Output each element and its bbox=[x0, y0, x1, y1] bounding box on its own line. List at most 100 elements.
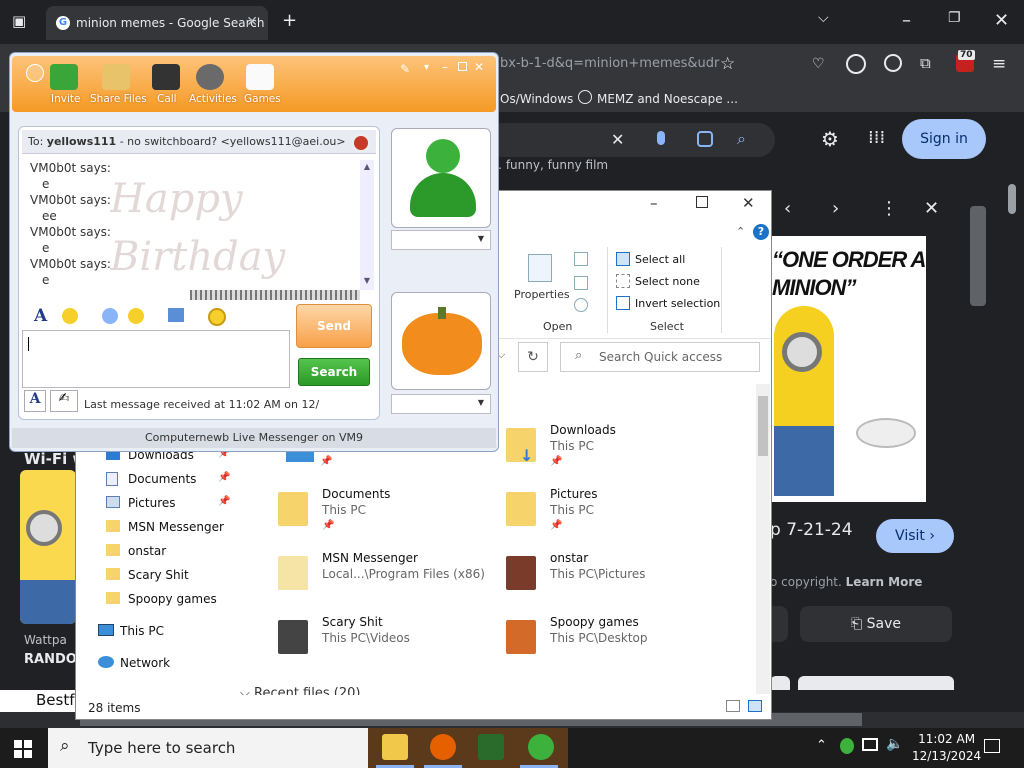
activities-button[interactable]: Activities bbox=[189, 93, 237, 105]
games-button[interactable]: Games bbox=[244, 93, 281, 105]
call-icon[interactable] bbox=[152, 64, 180, 90]
nav-item-spoopy-games[interactable]: Spoopy games bbox=[128, 592, 217, 606]
invite-button[interactable]: Invite bbox=[51, 93, 80, 105]
paint-theme-icon[interactable]: ✎ bbox=[400, 62, 410, 76]
invert-selection-button[interactable]: Invert selection bbox=[635, 297, 720, 310]
history-scrollbar[interactable] bbox=[360, 160, 374, 290]
extensions-puzzle-icon[interactable]: ⧉ bbox=[920, 54, 931, 72]
block-contact-icon[interactable] bbox=[352, 134, 370, 152]
recipient-name[interactable]: yellows111 bbox=[47, 135, 116, 148]
message-input[interactable] bbox=[22, 330, 290, 388]
clear-search-icon[interactable]: ✕ bbox=[611, 130, 624, 149]
result-title[interactable]: Bestf bbox=[36, 691, 75, 709]
menu-icon[interactable]: ≡ bbox=[992, 54, 1006, 74]
my-picture-dropdown[interactable]: ▼ bbox=[391, 394, 491, 414]
messenger-menu-icon[interactable] bbox=[26, 64, 44, 82]
share-files-icon[interactable] bbox=[102, 64, 130, 90]
select-none-icon[interactable] bbox=[616, 274, 630, 288]
explorer-minimize-button[interactable]: – bbox=[650, 194, 658, 212]
nav-item-documents[interactable]: Documents bbox=[128, 472, 196, 486]
contact-picture-dropdown[interactable]: ▼ bbox=[391, 230, 491, 250]
activities-icon[interactable] bbox=[196, 64, 224, 90]
network-tray-icon[interactable] bbox=[862, 738, 878, 751]
select-all-button[interactable]: Select all bbox=[635, 253, 685, 266]
account-icon[interactable] bbox=[884, 54, 902, 72]
firefox-taskbar-icon[interactable] bbox=[430, 734, 456, 760]
refresh-button[interactable]: ↻ bbox=[518, 342, 548, 372]
history-icon[interactable] bbox=[574, 298, 588, 312]
explorer-close-button[interactable]: ✕ bbox=[742, 194, 755, 212]
left-result-thumbnail[interactable] bbox=[20, 470, 76, 624]
taskbar-search-box[interactable]: ⌕ Type here to search bbox=[48, 728, 368, 768]
nav-item-msn-messenger[interactable]: MSN Messenger bbox=[128, 520, 224, 534]
my-display-picture[interactable] bbox=[391, 292, 491, 390]
large-icons-view-icon[interactable] bbox=[748, 700, 762, 712]
address-bar-url[interactable]: bx-b-1-d&q=minion+memes&udr bbox=[500, 56, 719, 71]
ribbon-collapse-icon[interactable]: ⌃ bbox=[736, 225, 745, 238]
properties-button[interactable]: Properties bbox=[514, 288, 570, 301]
invite-icon[interactable] bbox=[50, 64, 78, 90]
nav-item-onstar[interactable]: onstar bbox=[128, 544, 166, 558]
result-title[interactable]: RANDO bbox=[24, 652, 77, 667]
send-button[interactable]: Send bbox=[296, 304, 372, 348]
dropdown-icon[interactable]: ▾ bbox=[424, 62, 429, 73]
explorer-scroll-thumb[interactable] bbox=[758, 396, 768, 456]
browser-tab[interactable]: G minion memes - Google Search ✕ bbox=[46, 6, 268, 40]
messenger-minimize-button[interactable]: – bbox=[442, 60, 448, 74]
nav-item-pictures[interactable]: Pictures bbox=[128, 496, 176, 510]
messenger-maximize-button[interactable] bbox=[458, 62, 467, 71]
restore-button[interactable]: ❐ bbox=[948, 10, 961, 26]
messenger-close-button[interactable]: ✕ bbox=[474, 60, 484, 74]
close-preview-icon[interactable]: ✕ bbox=[924, 198, 939, 219]
previous-image-icon[interactable]: ‹ bbox=[784, 198, 791, 219]
bookmark-star-icon[interactable]: ☆ bbox=[720, 54, 735, 74]
scroll-down-icon[interactable]: ▼ bbox=[360, 276, 374, 288]
result-source[interactable]: Wattpa bbox=[24, 633, 67, 647]
emoticon-icon[interactable] bbox=[62, 308, 78, 324]
bookmark-item[interactable]: Os/Windows bbox=[500, 92, 573, 106]
learn-more-link[interactable]: Learn More bbox=[846, 575, 923, 589]
background-icon[interactable] bbox=[168, 308, 184, 322]
start-button[interactable] bbox=[14, 740, 32, 758]
open-icon[interactable] bbox=[574, 252, 588, 266]
show-hidden-icons-chevron-icon[interactable]: ⌃ bbox=[816, 738, 827, 753]
tab-close-icon[interactable]: ✕ bbox=[246, 14, 258, 30]
nav-item-scary-shit[interactable]: Scary Shit bbox=[128, 568, 189, 582]
voice-clip-icon[interactable] bbox=[102, 308, 118, 324]
lens-icon[interactable] bbox=[697, 131, 713, 147]
new-tab-button[interactable]: + bbox=[282, 10, 297, 31]
google-search-box[interactable]: ✕ ⌕ bbox=[495, 123, 775, 157]
contact-display-picture[interactable] bbox=[391, 128, 491, 228]
related-chip[interactable] bbox=[798, 676, 954, 690]
bookmark-item[interactable]: MEMZ and Noescape ... bbox=[597, 92, 738, 106]
more-options-icon[interactable]: ⋮ bbox=[880, 198, 898, 219]
next-image-icon[interactable]: › bbox=[832, 198, 839, 219]
help-icon[interactable]: ? bbox=[753, 224, 769, 240]
share-files-button[interactable]: Share Files bbox=[90, 93, 147, 105]
font-tab-icon[interactable]: A bbox=[24, 390, 46, 412]
sign-in-button[interactable]: Sign in bbox=[902, 119, 986, 159]
taskbar-clock[interactable]: 11:02 AM 12/13/2024 bbox=[912, 731, 981, 765]
file-explorer-taskbar-icon[interactable] bbox=[382, 734, 408, 760]
games-cards-icon[interactable] bbox=[246, 64, 274, 90]
messenger-taskbar-icon[interactable] bbox=[528, 734, 554, 760]
nudge-icon[interactable] bbox=[208, 308, 226, 326]
scroll-up-icon[interactable]: ▲ bbox=[360, 162, 374, 174]
settings-gear-icon[interactable]: ⚙ bbox=[821, 127, 839, 151]
handwriting-tab-icon[interactable]: ✍ bbox=[50, 390, 78, 412]
wink-icon[interactable] bbox=[128, 308, 144, 324]
voice-search-icon[interactable] bbox=[657, 131, 665, 145]
volume-tray-icon[interactable]: 🔈 bbox=[886, 736, 903, 752]
save-button[interactable]: ⎗ Save bbox=[800, 606, 952, 642]
extension-clock-icon[interactable] bbox=[846, 54, 866, 74]
search-button[interactable]: Search bbox=[298, 358, 370, 386]
font-icon[interactable]: A bbox=[34, 306, 47, 326]
quick-access-search-input[interactable]: ⌕ Search Quick access bbox=[560, 342, 760, 372]
select-none-button[interactable]: Select none bbox=[635, 275, 700, 288]
panel-scrollbar[interactable] bbox=[970, 206, 986, 306]
apps-grid-icon[interactable]: ⁞⁞⁞ bbox=[868, 127, 885, 148]
minion-meme-image[interactable]: “ONE ORDER A MINION” bbox=[768, 236, 926, 502]
explorer-maximize-button[interactable] bbox=[696, 196, 708, 208]
page-scrollbar[interactable] bbox=[1008, 184, 1016, 214]
tab-search-icon[interactable]: ▣ bbox=[12, 12, 26, 30]
